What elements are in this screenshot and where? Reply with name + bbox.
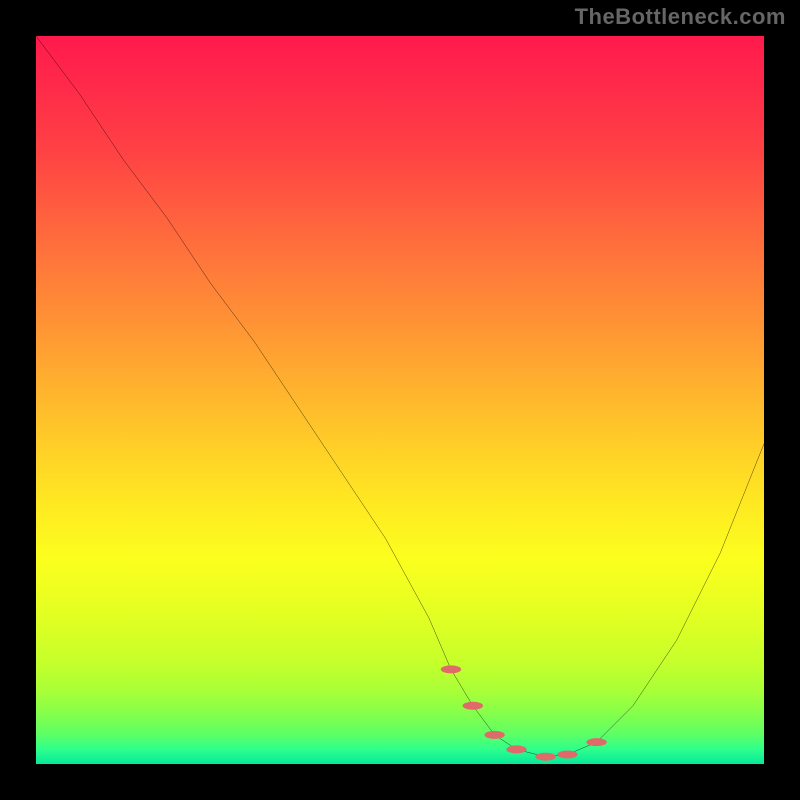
optimal-marker <box>463 702 483 710</box>
optimal-range-markers <box>441 665 607 760</box>
optimal-marker <box>586 738 606 746</box>
watermark-text: TheBottleneck.com <box>575 4 786 30</box>
bottleneck-curve <box>36 36 764 757</box>
optimal-marker <box>484 731 504 739</box>
optimal-marker <box>441 665 461 673</box>
optimal-marker <box>506 745 526 753</box>
optimal-marker <box>557 751 577 759</box>
chart-frame: TheBottleneck.com <box>0 0 800 800</box>
plot-area <box>36 36 764 764</box>
curve-svg <box>36 36 764 764</box>
optimal-marker <box>535 753 555 761</box>
